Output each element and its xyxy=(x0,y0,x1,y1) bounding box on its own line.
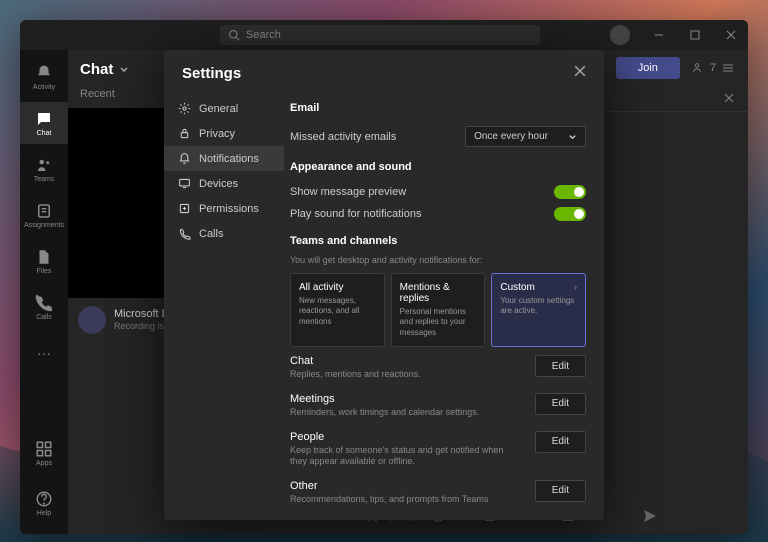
preview-label: Show message preview xyxy=(290,186,406,198)
section-other-sub: Recommendations, tips, and prompts from … xyxy=(290,494,523,506)
hamburger-icon xyxy=(722,62,734,74)
appearance-heading: Appearance and sound xyxy=(290,161,586,173)
rail-activity[interactable]: Activity xyxy=(20,56,68,98)
chat-title: Chat xyxy=(80,61,113,78)
other-edit-button[interactable]: Edit xyxy=(535,480,586,502)
section-people-title: People xyxy=(290,431,523,443)
email-heading: Email xyxy=(290,102,586,114)
rail-teams[interactable]: Teams xyxy=(20,148,68,190)
maximize-button[interactable] xyxy=(678,20,712,50)
nav-devices[interactable]: Devices xyxy=(164,171,284,196)
section-other-title: Other xyxy=(290,480,523,492)
minimize-button[interactable] xyxy=(642,20,676,50)
missed-emails-select[interactable]: Once every hour xyxy=(465,126,586,147)
sound-toggle[interactable] xyxy=(554,207,586,221)
join-button[interactable]: Join xyxy=(616,57,680,79)
settings-title: Settings xyxy=(182,65,241,82)
rail-chat[interactable]: Chat xyxy=(20,102,68,144)
card-custom[interactable]: Custom› Your custom settings are active. xyxy=(491,273,586,347)
nav-permissions[interactable]: Permissions xyxy=(164,196,284,221)
nav-privacy[interactable]: Privacy xyxy=(164,121,284,146)
settings-close-icon[interactable] xyxy=(574,64,586,82)
search-icon xyxy=(228,29,240,41)
nav-general[interactable]: General xyxy=(164,96,284,121)
search-placeholder: Search xyxy=(246,29,281,41)
sound-label: Play sound for notifications xyxy=(290,208,421,220)
rail-apps[interactable]: Apps xyxy=(20,432,68,474)
chat-tab-recent[interactable]: Recent xyxy=(80,88,115,100)
section-meetings-sub: Reminders, work timings and calendar set… xyxy=(290,407,523,419)
teams-subtext: You will get desktop and activity notifi… xyxy=(290,255,586,265)
chat-edit-button[interactable]: Edit xyxy=(535,355,586,377)
nav-notifications[interactable]: Notifications xyxy=(164,146,284,171)
section-meetings-title: Meetings xyxy=(290,393,523,405)
card-all-activity[interactable]: All activity New messages, reactions, an… xyxy=(290,273,385,347)
rail-help[interactable]: Help xyxy=(20,482,68,524)
people-edit-button[interactable]: Edit xyxy=(535,431,586,453)
teams-heading: Teams and channels xyxy=(290,235,586,247)
section-chat-title: Chat xyxy=(290,355,523,367)
rail-more[interactable]: ··· xyxy=(20,332,68,374)
user-avatar[interactable] xyxy=(610,25,630,45)
settings-nav: General Privacy Notifications Devices Pe… xyxy=(164,92,284,520)
preview-toggle[interactable] xyxy=(554,185,586,199)
section-chat-sub: Replies, mentions and reactions. xyxy=(290,369,523,381)
card-mentions-replies[interactable]: Mentions & replies Personal mentions and… xyxy=(391,273,486,347)
send-icon[interactable] xyxy=(642,508,658,527)
titlebar: Search xyxy=(20,20,748,50)
chevron-down-icon xyxy=(568,132,577,141)
search-box[interactable]: Search xyxy=(220,25,540,45)
section-people-sub: Keep track of someone's status and get n… xyxy=(290,445,523,468)
nav-calls[interactable]: Calls xyxy=(164,221,284,246)
meetings-edit-button[interactable]: Edit xyxy=(535,393,586,415)
close-button[interactable] xyxy=(714,20,748,50)
chat-avatar xyxy=(78,306,106,334)
settings-content[interactable]: Email Missed activity emails Once every … xyxy=(284,92,604,520)
meeting-options[interactable]: 7 xyxy=(690,61,734,75)
app-rail: Activity Chat Teams Assignments Files Ca… xyxy=(20,50,68,534)
close-tab-icon[interactable] xyxy=(724,90,734,108)
participant-count: 7 xyxy=(710,62,716,74)
chevron-right-icon: › xyxy=(574,282,577,292)
missed-emails-label: Missed activity emails xyxy=(290,131,396,143)
rail-calls[interactable]: Calls xyxy=(20,286,68,328)
rail-files[interactable]: Files xyxy=(20,240,68,282)
rail-assignments[interactable]: Assignments xyxy=(20,194,68,236)
chevron-down-icon[interactable] xyxy=(119,64,129,74)
settings-dialog: Settings General Privacy Notifications D… xyxy=(164,50,604,520)
